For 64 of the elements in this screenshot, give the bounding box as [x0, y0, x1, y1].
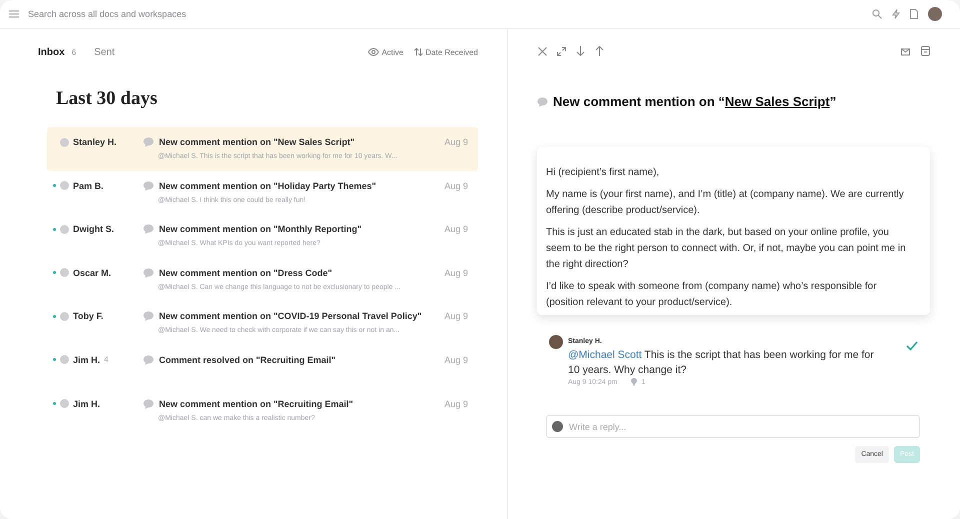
sender-name: Dwight S. [73, 224, 114, 234]
mail-icon[interactable] [901, 46, 911, 56]
arrow-down-icon[interactable] [576, 46, 585, 56]
avatar [60, 268, 69, 278]
notification-date: Aug 9 [444, 180, 468, 192]
lightning-icon[interactable] [892, 9, 900, 19]
avatar [60, 312, 69, 321]
notification-date: Aug 9 [444, 136, 468, 148]
sender-name: Toby F. [73, 311, 104, 322]
user-avatar[interactable] [928, 7, 942, 21]
menu-icon[interactable] [9, 10, 19, 18]
document-link[interactable]: New Sales Script [724, 94, 830, 109]
resolve-check-icon[interactable] [906, 341, 918, 351]
comment-icon [143, 137, 154, 147]
tab[interactable]: Sent [94, 46, 115, 58]
sort-button[interactable]: Date Received [414, 48, 478, 56]
sender-name: Pam B. [73, 180, 104, 191]
notification-title: New comment mention on "Recruiting Email" [159, 398, 354, 409]
reply-field[interactable]: Write a reply... [546, 415, 920, 438]
notification-date: Aug 9 [444, 354, 468, 366]
notification-title: Comment resolved on "Recruiting Email" [159, 354, 336, 365]
eye-icon [368, 48, 379, 56]
notification-title: New comment mention on "Dress Code" [159, 268, 332, 278]
comment-icon [143, 224, 154, 234]
document-icon[interactable] [910, 9, 918, 19]
avatar [60, 224, 69, 234]
document-preview: Hi (recipient’s first name), My name is (your first name), and I’m (title) at (company name). We are currently offering (describe product/service). This is just an educated stab in the dark, but based on your online profile, you seem to be the right person to connect with. Or, if not, maybe you can point me in the right direction? I’d like to speak with someone from (company name) who’s responsible for (position relevant to your product/service). [537, 147, 930, 315]
sort-arrows-icon [414, 48, 423, 56]
comment-icon [537, 96, 548, 106]
comment-icon [143, 398, 154, 409]
close-icon[interactable] [538, 46, 547, 56]
archive-icon[interactable] [921, 46, 930, 56]
comment-icon [143, 268, 154, 278]
avatar [60, 181, 69, 190]
tab[interactable]: Inbox 6 [38, 46, 76, 58]
sender-name: Oscar M. [73, 268, 112, 278]
notification-title: New comment mention on “New Sales Script” [553, 94, 836, 109]
comment-icon [143, 354, 154, 365]
sender-name: Stanley H. [73, 137, 117, 147]
avatar [60, 138, 69, 146]
notification-row[interactable]: Jim H. 4 Comment resolved on "Recruiting Email" Aug 9 [47, 344, 478, 389]
avatar [60, 355, 69, 364]
reply-count: 4 [104, 355, 108, 364]
avatar [549, 335, 563, 349]
comment-icon [143, 180, 154, 191]
notification-title: New comment mention on "Holiday Party Themes" [159, 180, 376, 191]
notification-title: New comment mention on "Monthly Reporting" [159, 224, 362, 234]
arrow-up-icon[interactable] [595, 46, 604, 56]
pin-icon [631, 378, 638, 386]
notification-date: Aug 9 [444, 398, 468, 410]
comment-icon [143, 311, 154, 322]
sender-name: Jim H. [73, 398, 100, 409]
section-title: Last 30 days [56, 88, 158, 110]
sender-name: Jim H. [73, 354, 100, 365]
notification-date: Aug 9 [444, 223, 468, 236]
search-icon[interactable] [872, 9, 882, 19]
notification-date: Aug 9 [444, 266, 468, 279]
comment-text: @Michael Scott This is the script that has been working for me for 10 years. Why change it? [568, 348, 875, 378]
notification-title: New comment mention on "New Sales Script" [159, 137, 355, 147]
notification-title: New comment mention on "COVID-19 Personal Travel Policy" [159, 311, 422, 322]
expand-icon[interactable] [557, 46, 566, 56]
notification-date: Aug 9 [444, 310, 468, 322]
filter-button[interactable]: Active [368, 48, 404, 56]
avatar [60, 399, 69, 408]
